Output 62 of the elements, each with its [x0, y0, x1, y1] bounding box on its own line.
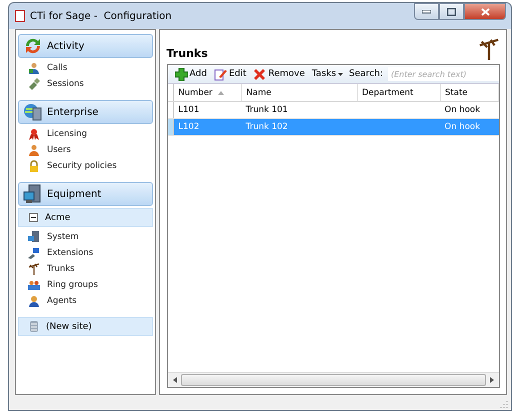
tasks-menu[interactable]: Tasks [310, 69, 344, 79]
close-icon [480, 8, 490, 16]
page-title: Trunks [166, 47, 208, 60]
group-header[interactable]: Enterprise [18, 100, 153, 124]
minimize-button[interactable] [414, 3, 439, 20]
nav-item[interactable]: Licensing [18, 126, 153, 142]
scroll-left-icon[interactable] [170, 376, 179, 384]
scroll-right-icon[interactable] [488, 376, 496, 384]
column-header[interactable]: Number [174, 84, 242, 102]
close-button[interactable] [464, 3, 506, 20]
computer-icon [23, 184, 43, 204]
database-icon [29, 321, 39, 332]
nav-item[interactable]: System [18, 229, 153, 245]
user-icon [28, 144, 40, 156]
column-header[interactable]: State [440, 84, 498, 102]
maximize-button[interactable] [439, 3, 464, 20]
window-title: CTi for Sage - Configuration [30, 10, 172, 22]
globe-server-icon [23, 102, 43, 122]
pencil-note-icon [214, 68, 227, 80]
antenna-icon [478, 38, 500, 60]
nav-item[interactable]: Calls [18, 60, 153, 76]
group-icon [28, 279, 40, 291]
ribbon-icon [28, 128, 40, 140]
column-header[interactable]: Department [357, 84, 441, 102]
caret-icon [338, 72, 344, 76]
devices-icon [28, 247, 40, 259]
new-site-item[interactable]: (New site) [18, 317, 153, 336]
nav-item[interactable]: Agents [18, 293, 153, 309]
edit-button[interactable]: Edit [212, 68, 248, 80]
minimize-icon [422, 10, 431, 14]
person-phone-icon [28, 62, 40, 74]
search-label: Search: [349, 69, 383, 79]
padlock-icon [28, 160, 40, 172]
table-cell: L102 [174, 118, 242, 136]
collapse-icon[interactable] [29, 213, 38, 222]
antenna-icon [28, 263, 40, 275]
group-header[interactable]: Equipment [18, 182, 153, 206]
nav-item[interactable]: Trunks [18, 261, 153, 277]
group-header[interactable]: Activity [18, 34, 153, 58]
refresh-arrows-icon [23, 36, 43, 56]
site-item[interactable]: Acme [18, 208, 153, 227]
maximize-icon [447, 8, 456, 16]
connectors-icon [28, 78, 40, 90]
table-cell: On hook [440, 118, 498, 136]
nav-item[interactable]: Ring groups [18, 277, 153, 293]
scroll-thumb[interactable] [180, 374, 486, 386]
nav-item[interactable]: Security policies [18, 158, 153, 174]
server-icon [28, 231, 40, 243]
add-button[interactable]: Add [174, 68, 208, 80]
resize-grip-icon[interactable] [500, 400, 508, 408]
column-header[interactable]: Name [242, 84, 358, 102]
nav-item[interactable]: Users [18, 142, 153, 158]
cross-icon [253, 68, 266, 80]
agent-icon [28, 295, 40, 307]
nav-item[interactable]: Sessions [18, 76, 153, 92]
plus-icon [174, 68, 188, 80]
remove-button[interactable]: Remove [252, 68, 306, 80]
nav-item[interactable]: Extensions [18, 245, 153, 261]
table-cell: Trunk 102 [242, 118, 358, 136]
horizontal-scrollbar[interactable] [168, 372, 499, 387]
search-field[interactable]: (Enter search text) [388, 67, 499, 81]
app-icon [15, 10, 25, 22]
